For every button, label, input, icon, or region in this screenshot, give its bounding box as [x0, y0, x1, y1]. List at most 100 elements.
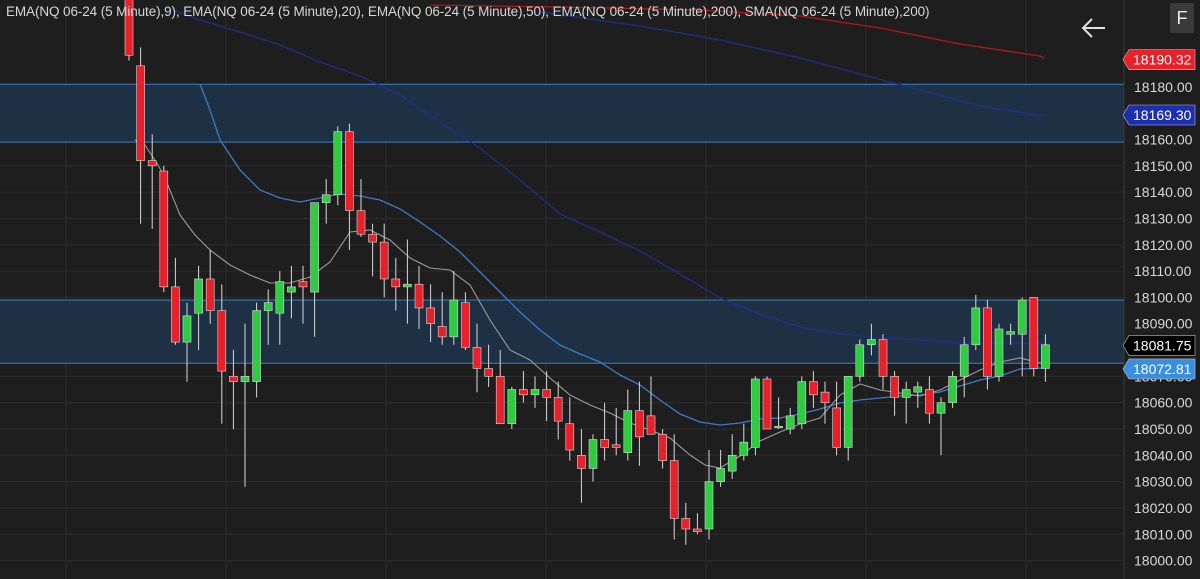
candle-body: [205, 278, 215, 311]
candle-body: [751, 378, 760, 448]
price-label: 18190.32: [1122, 49, 1196, 70]
candle-body: [553, 397, 563, 422]
candle-body: [1029, 297, 1039, 369]
candle-body: [298, 281, 308, 288]
y-tick-label: 18130.00: [1134, 210, 1193, 226]
candle-body: [333, 131, 343, 196]
candle-body: [519, 389, 528, 396]
candle-body: [495, 376, 505, 425]
candle-body: [855, 344, 865, 377]
candle-body: [971, 307, 981, 346]
candle-body: [507, 389, 517, 425]
candle-body: [762, 378, 772, 430]
y-tick-label: 18090.00: [1134, 316, 1193, 332]
candle-body: [739, 441, 749, 456]
candle-body: [449, 299, 459, 338]
price-label-text: 18190.32: [1133, 52, 1192, 68]
zone-fill: [0, 300, 1124, 364]
y-tick-label: 18000.00: [1134, 553, 1193, 569]
arrow-left-icon[interactable]: [1080, 16, 1108, 40]
y-tick-label: 18020.00: [1134, 500, 1193, 516]
price-label-text: 18169.30: [1133, 107, 1192, 123]
price-chart[interactable]: 18000.00 18010.00 18020.00 18030.00 18040.00…: [0, 0, 1200, 579]
candle-body: [635, 410, 644, 438]
candle-body: [983, 307, 992, 377]
y-tick-label: 18120.00: [1134, 237, 1193, 253]
candle-body: [994, 328, 1004, 377]
candle-body: [878, 339, 888, 377]
candle-body: [229, 376, 238, 382]
candle-body: [530, 389, 540, 396]
candle-body: [867, 339, 876, 346]
candle-body: [403, 283, 412, 288]
y-tick-label: 18050.00: [1134, 421, 1193, 437]
candle-body: [240, 376, 250, 382]
candle-body: [646, 415, 656, 435]
candle-body: [669, 460, 679, 519]
candle-body: [936, 402, 946, 414]
y-tick-label: 18160.00: [1134, 131, 1193, 147]
y-tick-label: 18010.00: [1134, 526, 1193, 542]
candle-body: [345, 131, 354, 211]
y-tick-label: 18060.00: [1134, 395, 1193, 411]
candle-body: [832, 407, 841, 448]
candle-body: [588, 439, 598, 469]
price-label-text: 18072.81: [1133, 361, 1192, 377]
price-label: 18072.81: [1122, 358, 1196, 380]
candle-body: [171, 286, 180, 343]
price-label-text: 18081.75: [1133, 337, 1192, 353]
candle-body: [774, 426, 783, 429]
candle-body: [565, 423, 575, 451]
candle-body: [461, 302, 470, 348]
candle-body: [797, 381, 807, 425]
price-label: 18081.75: [1122, 335, 1196, 356]
candle-body: [437, 326, 447, 338]
candle-body: [658, 433, 667, 461]
candle-body: [263, 302, 273, 311]
zone-fill: [0, 84, 1124, 143]
y-tick-label: 18100.00: [1134, 289, 1193, 305]
y-tick-label: 18140.00: [1134, 184, 1193, 200]
y-tick-label: 18150.00: [1134, 158, 1193, 174]
candle-body: [159, 170, 169, 288]
candle-body: [252, 310, 261, 382]
candle-body: [925, 389, 934, 414]
candle-body: [785, 415, 795, 430]
candle-body: [901, 389, 911, 398]
candle-body: [959, 344, 969, 377]
format-button[interactable]: F: [1170, 3, 1194, 33]
candle-body: [472, 347, 482, 369]
candle-body: [391, 278, 401, 288]
candle-body: [182, 315, 192, 343]
candle-body: [287, 286, 296, 293]
candle-body: [1006, 331, 1015, 335]
candle-body: [321, 194, 331, 203]
candle-body: [600, 439, 609, 448]
candle-body: [1041, 344, 1050, 369]
candle-body: [716, 468, 725, 482]
candle-body: [681, 518, 691, 530]
ema50-line: [167, 7, 1045, 345]
candle-body: [890, 376, 899, 398]
candle-body: [356, 210, 366, 235]
candle-body: [379, 241, 389, 280]
candle-body: [426, 307, 435, 325]
candle-body: [913, 386, 923, 393]
candle-body: [948, 376, 957, 403]
candle-body: [217, 310, 227, 372]
candle-body: [414, 283, 424, 309]
indicator-legend: EMA(NQ 06-24 (5 Minute),9), EMA(NQ 06-24…: [6, 4, 930, 19]
candle-body: [147, 160, 157, 167]
candle-body: [623, 410, 633, 453]
candle-body: [136, 65, 145, 161]
candle-body: [843, 376, 853, 448]
candle-body: [809, 381, 818, 396]
candle-body: [484, 368, 493, 377]
candle-body: [368, 233, 377, 243]
y-tick-label: 18040.00: [1134, 447, 1193, 463]
candle-body: [611, 444, 621, 448]
price-label: 18169.30: [1122, 104, 1196, 126]
candle-body: [727, 455, 737, 472]
y-tick-label: 18110.00: [1134, 263, 1192, 279]
candle-body: [310, 202, 319, 293]
